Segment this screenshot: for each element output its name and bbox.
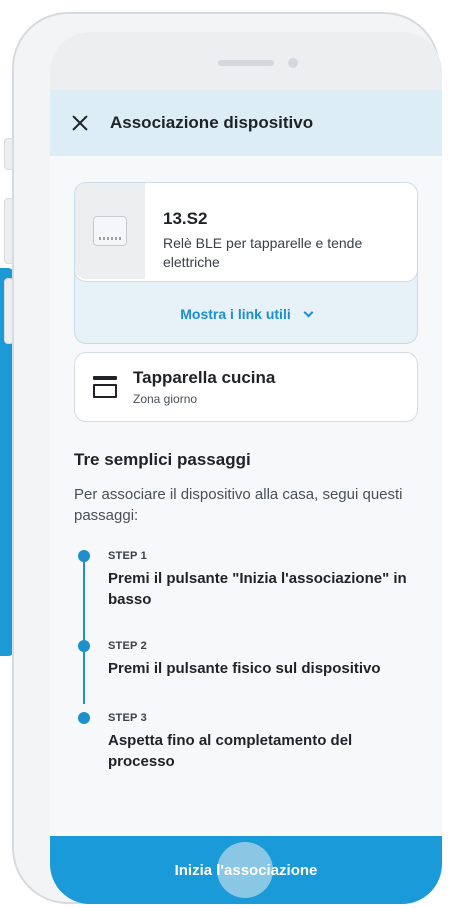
device-summary: 13.S2 Relè BLE per tapparelle e tende el… <box>75 183 417 282</box>
show-useful-links-label: Mostra i link utili <box>180 306 291 322</box>
page-header: Associazione dispositivo <box>50 90 442 156</box>
step-1: STEP 1 Premi il pulsante "Inizia l'assoc… <box>108 550 418 610</box>
close-icon[interactable] <box>70 113 90 133</box>
device-model: 13.S2 <box>163 209 208 228</box>
step-2-marker <box>78 640 90 652</box>
relay-device-icon <box>93 216 127 246</box>
phone-screen: Associazione dispositivo 13.S2 Relè BLE … <box>50 32 442 904</box>
device-card: 13.S2 Relè BLE per tapparelle e tende el… <box>74 182 418 344</box>
room-name: Tapparella cucina <box>133 368 276 387</box>
device-info: 13.S2 Relè BLE per tapparelle e tende el… <box>145 183 399 281</box>
speaker-notch <box>218 60 274 66</box>
chevron-down-icon <box>303 307 314 317</box>
room-zone: Zona giorno <box>133 392 198 406</box>
steps-intro: Per associare il dispositivo alla casa, … <box>74 486 403 524</box>
phone-frame: Associazione dispositivo 13.S2 Relè BLE … <box>12 12 442 904</box>
step-2-text: Premi il pulsante fisico sul dispositivo <box>108 660 381 677</box>
step-3: STEP 3 Aspetta fino al completamento del… <box>108 712 418 772</box>
camera-notch <box>288 58 298 68</box>
step-2-label: STEP 2 <box>108 640 147 652</box>
device-image <box>75 183 145 279</box>
room-info: Tapparella cucina Zona giorno <box>133 368 275 406</box>
show-useful-links-button[interactable]: Mostra i link utili <box>75 297 417 331</box>
start-association-label: Inizia l'associazione <box>174 861 318 879</box>
step-1-text: Premi il pulsante "Inizia l'associazione… <box>108 570 407 608</box>
step-1-label: STEP 1 <box>108 550 147 562</box>
step-3-label: STEP 3 <box>108 712 147 724</box>
page-title: Associazione dispositivo <box>110 113 314 132</box>
steps-timeline <box>83 562 85 704</box>
device-description: Relè BLE per tapparelle e tende elettric… <box>163 235 363 270</box>
step-3-marker <box>78 712 90 724</box>
step-1-marker <box>78 550 90 562</box>
room-card[interactable]: Tapparella cucina Zona giorno <box>74 352 418 422</box>
blind-icon <box>93 376 117 398</box>
step-2: STEP 2 Premi il pulsante fisico sul disp… <box>108 640 418 679</box>
step-3-text: Aspetta fino al completamento del proces… <box>108 732 353 770</box>
steps-title: Tre semplici passaggi <box>74 450 251 469</box>
status-bar-area <box>50 32 442 90</box>
